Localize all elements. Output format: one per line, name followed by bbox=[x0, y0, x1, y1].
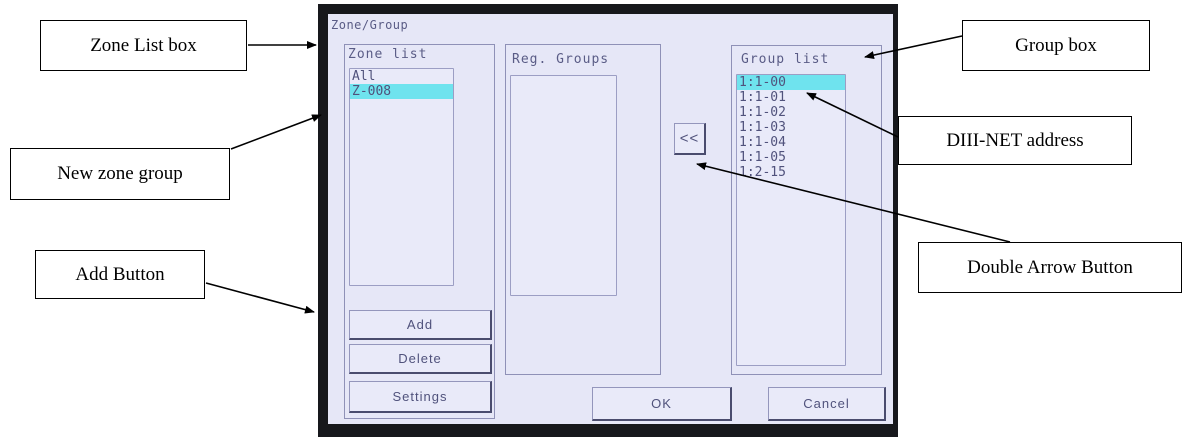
arrow-diii-net-address bbox=[806, 92, 899, 138]
arrow-double-arrow-button bbox=[696, 162, 1011, 243]
arrow-new-zone-group bbox=[230, 114, 322, 150]
annotation-arrows bbox=[205, 35, 1011, 314]
arrow-group-box bbox=[864, 35, 963, 60]
arrow-add-button bbox=[205, 282, 315, 314]
